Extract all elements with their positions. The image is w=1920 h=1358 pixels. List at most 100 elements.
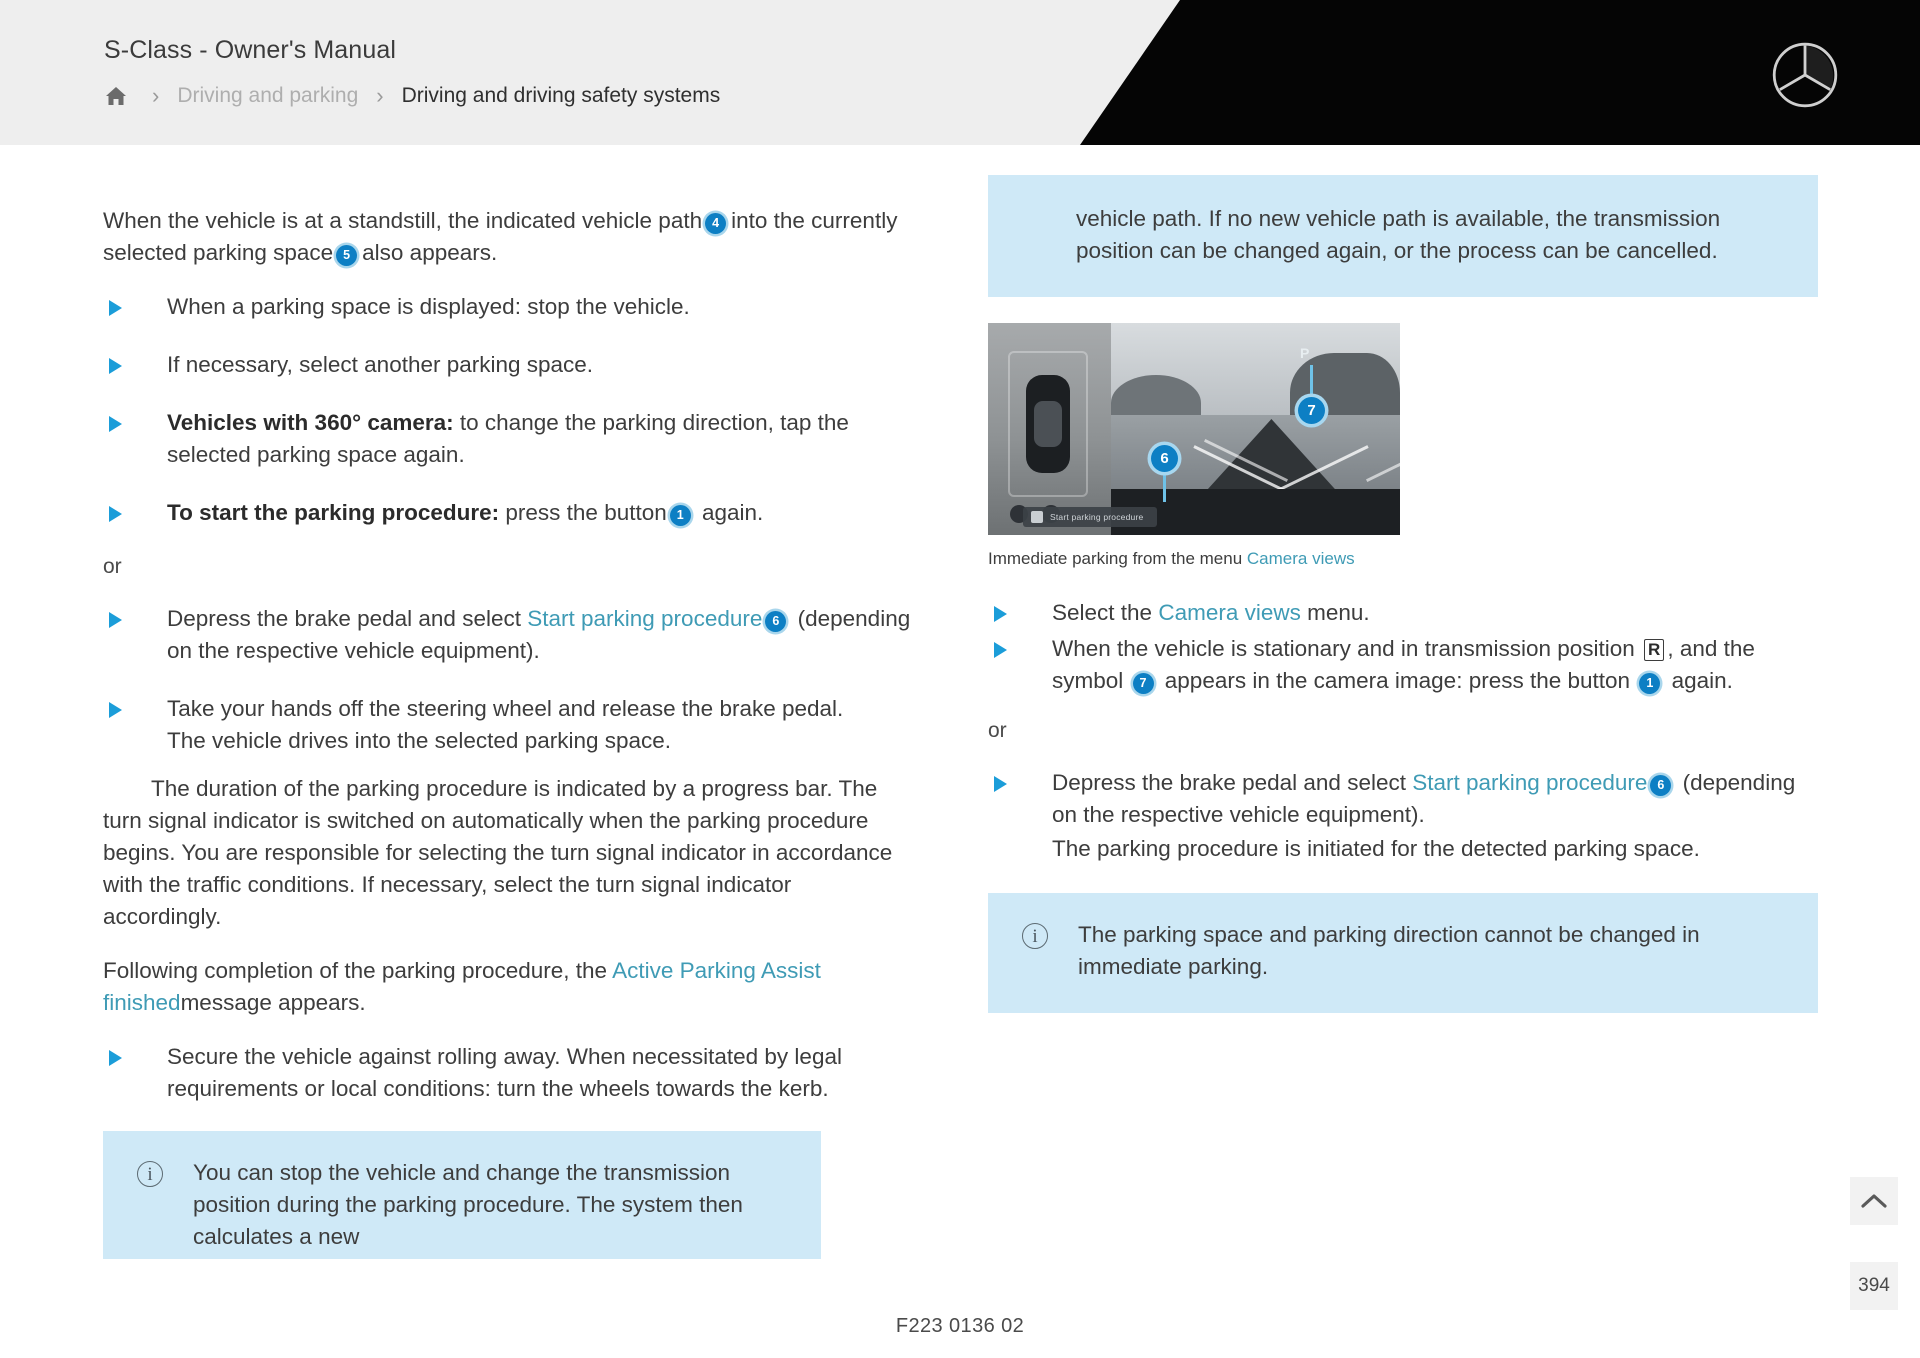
page-header: S-Class - Owner's Manual › Driving and p… bbox=[0, 0, 1920, 145]
instruction-list-right-2: Depress the brake pedal and select Start… bbox=[988, 767, 1818, 865]
list-item-bold-lead: To start the parking procedure: bbox=[167, 500, 500, 525]
info-icon: i bbox=[1022, 923, 1048, 949]
page-title: S-Class - Owner's Manual bbox=[104, 36, 396, 64]
menu-link-camera-views[interactable]: Camera views bbox=[1158, 600, 1301, 625]
bullet-triangle-icon bbox=[994, 776, 1007, 792]
list-item: When the vehicle is stationary and in tr… bbox=[988, 633, 1818, 697]
footer-document-code: F223 0136 02 bbox=[895, 1315, 1025, 1337]
instruction-list-1: When a parking space is displayed: stop … bbox=[103, 291, 913, 529]
list-item-text-pre: When the vehicle is stationary and in tr… bbox=[1052, 636, 1642, 661]
list-item-text: Secure the vehicle against rolling away.… bbox=[167, 1044, 842, 1101]
menu-link-start-parking-procedure[interactable]: Start parking procedure bbox=[1412, 770, 1647, 795]
progress-bar-paragraph: The duration of the parking procedure is… bbox=[103, 776, 893, 929]
breadcrumb-item-driving-and-parking[interactable]: Driving and parking bbox=[177, 84, 358, 108]
list-item: To start the parking procedure: press th… bbox=[103, 497, 913, 529]
completion-message-paragraph: Following completion of the parking proc… bbox=[103, 955, 913, 1019]
home-icon[interactable] bbox=[104, 82, 134, 110]
figure-start-parking-button: Start parking procedure bbox=[1023, 507, 1158, 527]
callout-number-6: 6 bbox=[1650, 774, 1672, 796]
breadcrumb-separator-2: › bbox=[376, 83, 384, 108]
callout-number-6: 6 bbox=[1151, 445, 1178, 472]
list-item-text-after: again. bbox=[695, 500, 764, 525]
figure-caption-pre: Immediate parking from the menu bbox=[988, 549, 1247, 568]
list-item-text: When a parking space is displayed: stop … bbox=[167, 294, 690, 319]
breadcrumb-separator-1: › bbox=[152, 83, 160, 108]
info-box-vehicle-path-continued: vehicle path. If no new vehicle path is … bbox=[988, 175, 1818, 297]
camera-view-parking-image: P 7 6 Start parking procedure bbox=[988, 323, 1400, 535]
bullet-triangle-icon bbox=[109, 1050, 122, 1066]
callout-number-4: 4 bbox=[705, 212, 727, 234]
list-item-text-post: menu. bbox=[1300, 600, 1370, 625]
right-column: vehicle path. If no new vehicle path is … bbox=[988, 175, 1818, 1013]
list-item-text-pre: Take your hands off the steering wheel a… bbox=[167, 696, 844, 721]
info-box-text: vehicle path. If no new vehicle path is … bbox=[1076, 206, 1721, 263]
list-item-text-pre: Select the bbox=[1052, 600, 1159, 625]
completion-text-pre: Following completion of the parking proc… bbox=[103, 958, 613, 983]
alternative-separator-or: or bbox=[103, 555, 122, 578]
instruction-list-3: Secure the vehicle against rolling away.… bbox=[103, 1041, 913, 1105]
mercedes-star-logo bbox=[1772, 42, 1838, 108]
scroll-to-top-button[interactable] bbox=[1850, 1177, 1898, 1225]
list-item: Take your hands off the steering wheel a… bbox=[103, 693, 913, 757]
page-content: When the vehicle is at a standstill, the… bbox=[0, 145, 1920, 1358]
transmission-position-badge-r: R bbox=[1644, 638, 1665, 661]
breadcrumb: › Driving and parking › Driving and driv… bbox=[104, 82, 720, 110]
callout-number-7: 7 bbox=[1298, 397, 1325, 424]
list-item-text: If necessary, select another parking spa… bbox=[167, 352, 594, 377]
instruction-list-2: Depress the brake pedal and select Start… bbox=[103, 603, 913, 757]
bullet-triangle-icon bbox=[109, 358, 122, 374]
callout-number-7: 7 bbox=[1132, 672, 1154, 694]
instruction-list-right-1: Select the Camera views menu. When the v… bbox=[988, 597, 1818, 697]
list-item: Select the Camera views menu. bbox=[988, 597, 1818, 629]
list-item: If necessary, select another parking spa… bbox=[103, 349, 913, 381]
figure-button-icon bbox=[1031, 511, 1043, 523]
list-item-result-text: The parking procedure is initiated for t… bbox=[1052, 836, 1700, 861]
list-item-text-pre: Depress the brake pedal and select bbox=[167, 606, 528, 631]
list-item: Depress the brake pedal and select Start… bbox=[103, 603, 913, 667]
list-item-text-pre: Depress the brake pedal and select bbox=[1052, 770, 1413, 795]
lead-text-c: also appears. bbox=[362, 240, 498, 265]
menu-link-camera-views[interactable]: Camera views bbox=[1247, 549, 1355, 568]
menu-link-start-parking-procedure[interactable]: Start parking procedure bbox=[527, 606, 762, 631]
bullet-triangle-icon bbox=[994, 642, 1007, 658]
lead-paragraph: When the vehicle is at a standstill, the… bbox=[103, 205, 913, 269]
callout-number-1: 1 bbox=[1639, 672, 1661, 694]
manual-page: S-Class - Owner's Manual › Driving and p… bbox=[0, 0, 1920, 1358]
lead-text-a: When the vehicle is at a standstill, the… bbox=[103, 208, 703, 233]
figure-button-label: Start parking procedure bbox=[1050, 512, 1144, 522]
list-item-bold-lead: Vehicles with 360° camera: bbox=[167, 410, 454, 435]
list-item: Vehicles with 360° camera: to change the… bbox=[103, 407, 913, 471]
figure-vehicle-roof bbox=[1034, 401, 1062, 447]
list-item-text-mid2: appears in the camera image: press the b… bbox=[1158, 668, 1637, 693]
info-box-immediate-parking: i The parking space and parking directio… bbox=[988, 893, 1818, 1013]
callout-number-5: 5 bbox=[336, 244, 358, 266]
alternative-separator-or: or bbox=[988, 719, 1007, 742]
figure-marker-p: P bbox=[1300, 345, 1310, 361]
list-item-text: press the button bbox=[499, 500, 667, 525]
figure-caption: Immediate parking from the menu Camera v… bbox=[988, 549, 1818, 569]
callout-leader-line-7 bbox=[1310, 365, 1313, 397]
info-icon: i bbox=[137, 1161, 163, 1187]
bullet-triangle-icon bbox=[109, 416, 122, 432]
list-item: Depress the brake pedal and select Start… bbox=[988, 767, 1818, 865]
chevron-up-icon bbox=[1861, 1194, 1887, 1208]
figure-camera-view: P 7 6 Start parking procedure Immediate … bbox=[988, 323, 1818, 569]
page-number-indicator[interactable]: 394 bbox=[1850, 1262, 1898, 1310]
callout-number-6: 6 bbox=[765, 610, 787, 632]
list-item: When a parking space is displayed: stop … bbox=[103, 291, 913, 323]
bullet-triangle-icon bbox=[994, 606, 1007, 622]
list-item-text-post: again. bbox=[1665, 668, 1733, 693]
completion-text-post: message appears. bbox=[180, 990, 366, 1015]
callout-number-1: 1 bbox=[669, 504, 691, 526]
bullet-triangle-icon bbox=[109, 612, 122, 628]
list-item: Secure the vehicle against rolling away.… bbox=[103, 1041, 913, 1105]
list-item-result-text: The vehicle drives into the selected par… bbox=[167, 728, 672, 753]
breadcrumb-item-driving-safety-systems[interactable]: Driving and driving safety systems bbox=[402, 84, 721, 108]
info-box-text: The parking space and parking direction … bbox=[1078, 922, 1700, 979]
bullet-triangle-icon bbox=[109, 300, 122, 316]
info-box-transmission: i You can stop the vehicle and change th… bbox=[103, 1131, 821, 1259]
info-box-text: You can stop the vehicle and change the … bbox=[193, 1160, 743, 1249]
callout-leader-line-6 bbox=[1163, 472, 1166, 502]
bullet-triangle-icon bbox=[109, 702, 122, 718]
left-column: When the vehicle is at a standstill, the… bbox=[103, 205, 913, 1259]
